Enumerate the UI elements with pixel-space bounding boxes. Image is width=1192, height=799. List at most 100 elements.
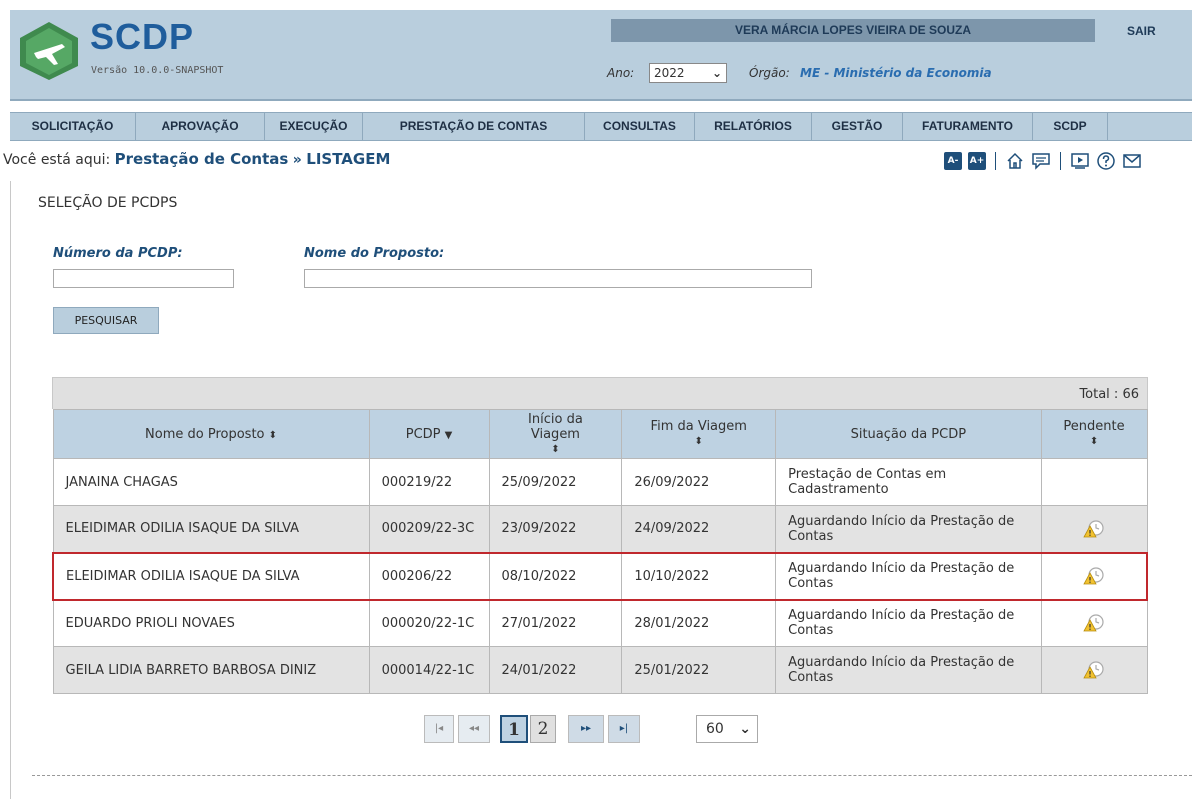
cell-situacao: Prestação de Contas em Cadastramento — [775, 458, 1042, 506]
col-situacao: Situação da PCDP — [775, 409, 1042, 459]
chevron-down-icon: ⌄ — [739, 721, 751, 737]
menu-item-consultas[interactable]: CONSULTAS — [585, 113, 695, 140]
cell-situacao: Aguardando Início da Prestação de Contas — [775, 505, 1042, 553]
section-title: SELEÇÃO DE PCDPS — [38, 195, 178, 211]
col-pcdp-label: PCDP — [405, 426, 441, 442]
toolbar-divider — [995, 152, 996, 170]
menu-item-gestao[interactable]: GESTÃO — [812, 113, 903, 140]
pcdp-number-input[interactable] — [53, 269, 234, 288]
cell-pendente — [1040, 505, 1148, 553]
pending-warning-icon[interactable] — [1083, 613, 1105, 633]
help-icon[interactable] — [1096, 151, 1116, 171]
scdp-logo-icon — [20, 22, 78, 80]
cell-pcdp: 000020/22-1C — [368, 599, 490, 647]
cell-inicio: 08/10/2022 — [488, 551, 623, 601]
table-row[interactable]: ELEIDIMAR ODILIA ISAQUE DA SILVA 000209/… — [52, 505, 1148, 553]
cell-pendente — [1040, 599, 1148, 647]
pcdp-table: Nome do Proposto ⬍ PCDP ▼ Início da Viag… — [51, 409, 1148, 694]
mail-icon[interactable] — [1122, 151, 1142, 171]
cell-nome: EDUARDO PRIOLI NOVAES — [52, 599, 370, 647]
table-row[interactable]: GEILA LIDIA BARRETO BARBOSA DINIZ 000014… — [52, 646, 1148, 694]
app-header: SCDP Versão 10.0.0-SNAPSHOT VERA MÁRCIA … — [10, 10, 1192, 101]
page-1-button[interactable]: 1 — [500, 715, 528, 743]
menu-item-execucao[interactable]: EXECUÇÃO — [265, 113, 363, 140]
grid-toolbar: Total : 66 — [52, 377, 1148, 409]
cell-fim: 28/01/2022 — [621, 599, 777, 647]
col-nome-label: Nome do Proposto — [145, 426, 265, 442]
menu-item-solicitacao[interactable]: SOLICITAÇÃO — [10, 113, 136, 140]
breadcrumb-separator-icon: » — [292, 152, 302, 168]
breadcrumb-page: LISTAGEM — [306, 150, 391, 168]
pending-warning-icon[interactable] — [1083, 660, 1105, 680]
cell-pcdp: 000219/22 — [368, 458, 490, 506]
year-select[interactable]: 2022 ⌄ — [649, 63, 727, 83]
per-page-select[interactable]: 60 ⌄ — [696, 715, 758, 743]
chevron-down-icon: ⌄ — [711, 66, 722, 80]
agency-label: Órgão: — [749, 66, 790, 80]
agency-value: ME - Ministério da Economia — [800, 66, 992, 80]
table-row[interactable]: JANAINA CHAGAS 000219/22 25/09/2022 26/0… — [52, 458, 1148, 506]
col-inicio-label: Início da Viagem — [528, 411, 583, 442]
cell-situacao: Aguardando Início da Prestação de Contas — [775, 646, 1042, 694]
last-page-button[interactable]: ▸| — [608, 715, 640, 743]
sort-desc-icon: ▼ — [444, 429, 453, 441]
page-2-button[interactable]: 2 — [530, 715, 556, 743]
breadcrumb: Você está aqui: Prestação de Contas » LI… — [3, 150, 390, 168]
col-inicio-viagem[interactable]: Início da Viagem ⬍ — [488, 409, 623, 459]
col-fim-viagem[interactable]: Fim da Viagem ⬍ — [621, 409, 777, 459]
menu-item-faturamento[interactable]: FATURAMENTO — [903, 113, 1033, 140]
sort-icon: ⬍ — [551, 443, 560, 455]
cell-situacao: Aguardando Início da Prestação de Contas — [775, 599, 1042, 647]
user-name: VERA MÁRCIA LOPES VIEIRA DE SOUZA — [611, 19, 1095, 42]
proposto-name-label: Nome do Proposto: — [304, 246, 445, 261]
next-page-button[interactable]: ▸▸ — [568, 715, 604, 743]
table-header-row: Nome do Proposto ⬍ PCDP ▼ Início da Viag… — [52, 409, 1148, 459]
cell-fim: 10/10/2022 — [621, 551, 777, 601]
cell-pendente — [1040, 551, 1148, 601]
pcdp-number-label: Número da PCDP: — [53, 246, 183, 261]
cell-nome: JANAINA CHAGAS — [52, 458, 370, 506]
font-decrease-button[interactable]: A- — [944, 152, 962, 170]
col-pendente[interactable]: Pendente ⬍ — [1040, 409, 1148, 459]
app-version: Versão 10.0.0-SNAPSHOT — [91, 65, 224, 76]
home-icon[interactable] — [1005, 151, 1025, 171]
pending-warning-icon[interactable] — [1083, 566, 1105, 586]
prev-page-button[interactable]: ◂◂ — [458, 715, 490, 743]
menu-item-relatorios[interactable]: RELATÓRIOS — [695, 113, 812, 140]
col-fim-label: Fim da Viagem — [650, 419, 747, 434]
cell-nome: GEILA LIDIA BARRETO BARBOSA DINIZ — [52, 646, 370, 694]
video-icon[interactable] — [1070, 151, 1090, 171]
logout-link[interactable]: SAIR — [1127, 24, 1156, 38]
col-nome-proposto[interactable]: Nome do Proposto ⬍ — [52, 409, 370, 459]
content-border — [10, 181, 11, 799]
main-menu: SOLICITAÇÃO APROVAÇÃO EXECUÇÃO PRESTAÇÃO… — [10, 112, 1192, 141]
font-increase-button[interactable]: A+ — [968, 152, 986, 170]
breadcrumb-section[interactable]: Prestação de Contas — [115, 150, 289, 168]
table-row[interactable]: EDUARDO PRIOLI NOVAES 000020/22-1C 27/01… — [52, 599, 1148, 647]
cell-pcdp: 000206/22 — [368, 551, 490, 601]
cell-nome: ELEIDIMAR ODILIA ISAQUE DA SILVA — [52, 505, 370, 553]
col-pendente-label: Pendente — [1063, 419, 1125, 434]
chat-icon[interactable] — [1031, 151, 1051, 171]
menu-item-aprovacao[interactable]: APROVAÇÃO — [136, 113, 265, 140]
cell-inicio: 24/01/2022 — [488, 646, 623, 694]
proposto-name-input[interactable] — [304, 269, 812, 288]
cell-fim: 24/09/2022 — [621, 505, 777, 553]
cell-inicio: 23/09/2022 — [488, 505, 623, 553]
first-page-button[interactable]: |◂ — [424, 715, 454, 743]
total-count: Total : 66 — [1079, 387, 1139, 402]
col-pcdp[interactable]: PCDP ▼ — [368, 409, 490, 459]
table-row-selected[interactable]: ELEIDIMAR ODILIA ISAQUE DA SILVA 000206/… — [51, 551, 1148, 601]
cell-fim: 26/09/2022 — [621, 458, 777, 506]
cell-pendente — [1040, 646, 1148, 694]
menu-item-scdp[interactable]: SCDP — [1033, 113, 1108, 140]
year-value: 2022 — [654, 66, 685, 80]
per-page-value: 60 — [706, 721, 724, 737]
search-button[interactable]: PESQUISAR — [53, 307, 159, 334]
menu-item-prestacao-de-contas[interactable]: PRESTAÇÃO DE CONTAS — [363, 113, 585, 140]
toolbar: A- A+ — [944, 149, 1142, 173]
pending-warning-icon[interactable] — [1083, 519, 1105, 539]
cell-fim: 25/01/2022 — [621, 646, 777, 694]
sort-icon: ⬍ — [694, 436, 703, 447]
sort-icon: ⬍ — [1089, 436, 1099, 447]
